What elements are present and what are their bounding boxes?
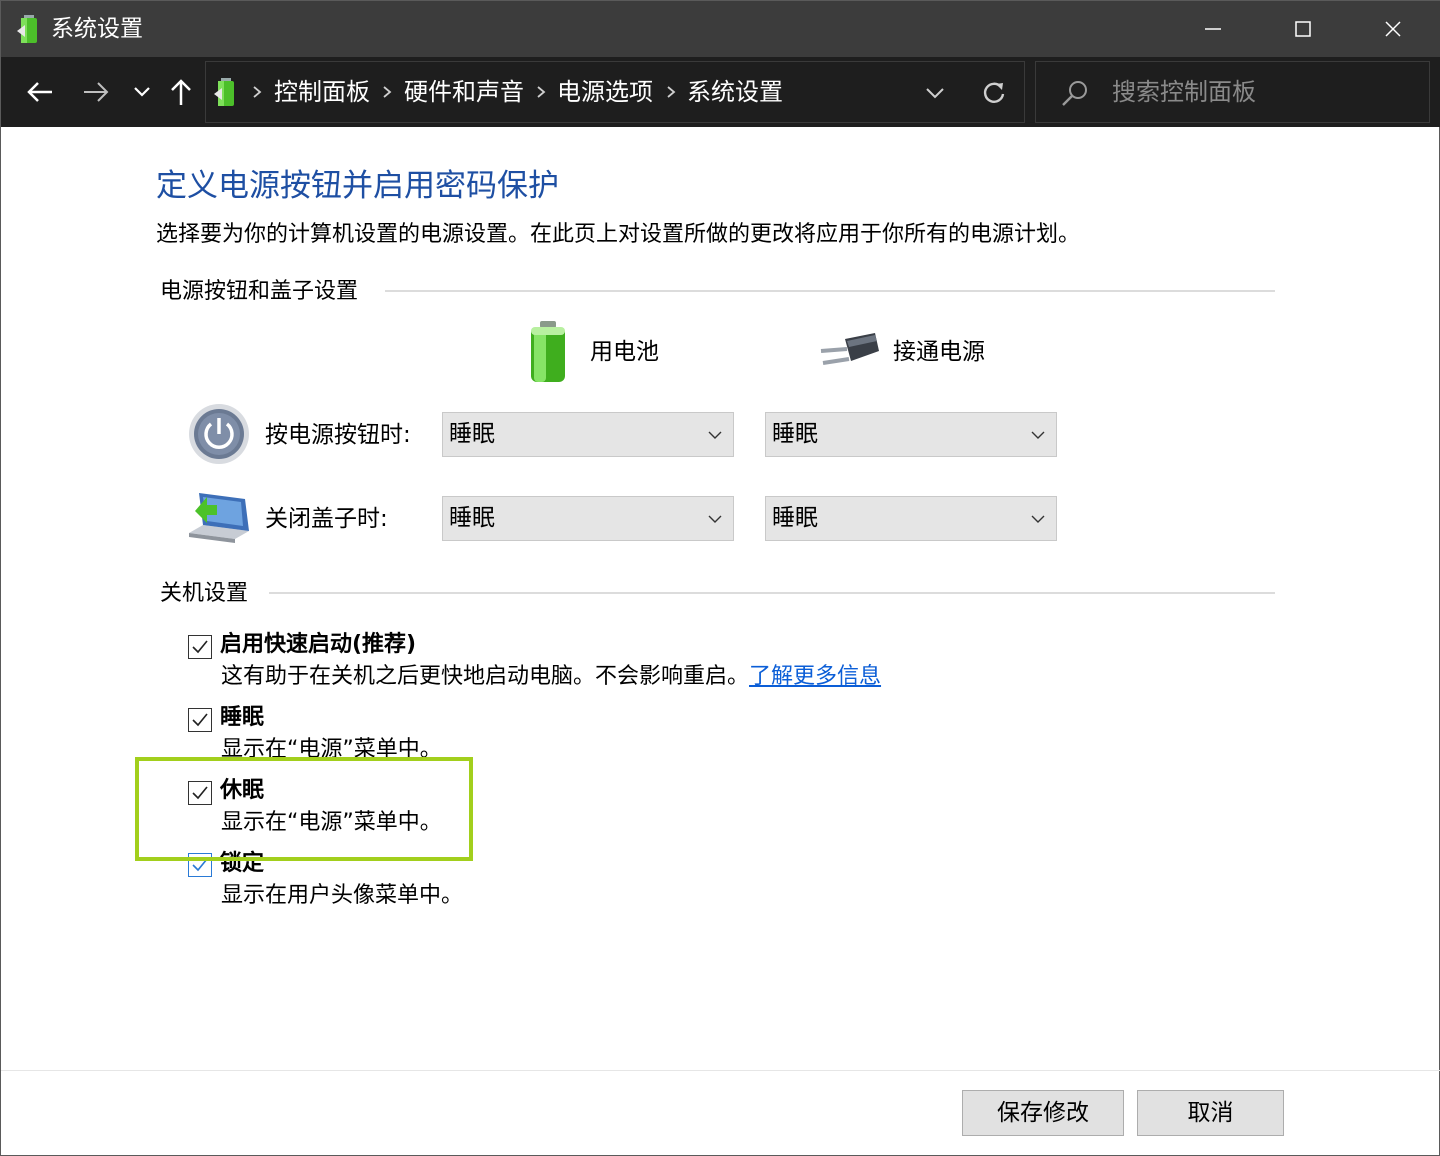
lid-close-plugged-select[interactable]: 睡眠	[765, 496, 1057, 541]
arrow-right-icon	[84, 82, 109, 102]
chevron-down-icon	[708, 431, 722, 439]
breadcrumb-hardware-sound[interactable]: 硬件和声音	[404, 76, 524, 108]
close-icon	[1385, 21, 1401, 37]
power-button-battery-select[interactable]: 睡眠	[442, 412, 734, 457]
system-settings-window: 系统设置 控制面板 硬件和声音 电源选项 系统设置 搜索控制面板 定义电源按钮并…	[0, 0, 1440, 1156]
minimize-icon	[1205, 28, 1221, 30]
title-bar: 系统设置	[1, 1, 1440, 57]
fast-startup-desc-text: 这有助于在关机之后更快地启动电脑。不会影响重启。	[221, 664, 750, 689]
forward-button[interactable]	[71, 57, 121, 127]
up-button[interactable]	[161, 57, 201, 127]
highlight-box	[135, 757, 473, 861]
refresh-button[interactable]	[976, 75, 1012, 111]
lid-close-battery-select[interactable]: 睡眠	[442, 496, 734, 541]
power-plug-icon	[820, 333, 879, 365]
close-button[interactable]	[1348, 1, 1438, 57]
search-input[interactable]	[1112, 74, 1412, 110]
fast-startup-checkbox[interactable]	[188, 635, 212, 659]
select-value: 睡眠	[449, 421, 495, 447]
breadcrumb-power-options[interactable]: 电源选项	[557, 76, 653, 108]
breadcrumb-control-panel[interactable]: 控制面板	[274, 76, 370, 108]
lid-close-row-label: 关闭盖子时:	[265, 506, 388, 532]
sleep-checkbox[interactable]	[188, 708, 212, 732]
select-value: 睡眠	[772, 421, 818, 447]
search-icon	[1062, 81, 1087, 106]
maximize-button[interactable]	[1258, 1, 1348, 57]
breadcrumb-separator-icon[interactable]	[380, 82, 394, 102]
battery-icon	[531, 321, 565, 382]
fast-startup-desc: 这有助于在关机之后更快地启动电脑。不会影响重启。了解更多信息	[221, 662, 881, 692]
arrow-up-icon	[171, 79, 191, 105]
chevron-down-icon	[1031, 515, 1045, 523]
search-box[interactable]	[1035, 61, 1430, 123]
save-changes-button[interactable]: 保存修改	[962, 1090, 1124, 1136]
column-battery-label: 用电池	[590, 339, 659, 365]
breadcrumb-separator-icon[interactable]	[664, 82, 678, 102]
learn-more-link[interactable]: 了解更多信息	[749, 664, 881, 689]
select-value: 睡眠	[449, 505, 495, 531]
page-title: 定义电源按钮并启用密码保护	[156, 168, 559, 204]
arrow-left-icon	[27, 82, 52, 102]
cancel-button[interactable]: 取消	[1137, 1090, 1284, 1136]
checkmark-icon	[192, 713, 208, 727]
navigation-bar: 控制面板 硬件和声音 电源选项 系统设置	[1, 57, 1440, 127]
group-divider	[269, 592, 1275, 594]
laptop-lid-icon	[189, 493, 249, 543]
select-value: 睡眠	[772, 505, 818, 531]
power-button-row-label: 按电源按钮时:	[265, 422, 411, 448]
recent-locations-button[interactable]	[125, 57, 159, 127]
maximize-icon	[1295, 21, 1311, 37]
minimize-button[interactable]	[1168, 1, 1258, 57]
chevron-down-icon	[134, 87, 150, 97]
battery-app-icon	[17, 15, 37, 43]
power-button-icon	[189, 404, 249, 464]
breadcrumb-separator-icon[interactable]	[534, 82, 548, 102]
power-group-label: 电源按钮和盖子设置	[160, 277, 359, 307]
footer-divider	[1, 1070, 1440, 1071]
page-description: 选择要为你的计算机设置的电源设置。在此页上对设置所做的更改将应用于你所有的电源计…	[156, 222, 1081, 247]
checkmark-icon	[192, 640, 208, 654]
chevron-down-icon	[1031, 431, 1045, 439]
breadcrumb-separator-icon[interactable]	[250, 82, 264, 102]
chevron-down-icon	[708, 515, 722, 523]
power-button-plugged-select[interactable]: 睡眠	[765, 412, 1057, 457]
address-dropdown-button[interactable]	[918, 76, 952, 110]
group-divider	[385, 290, 1275, 292]
shutdown-group-label: 关机设置	[160, 579, 249, 609]
breadcrumb-system-settings[interactable]: 系统设置	[687, 76, 783, 108]
refresh-icon	[983, 82, 1005, 103]
address-bar[interactable]: 控制面板 硬件和声音 电源选项 系统设置	[205, 61, 1025, 123]
battery-app-icon	[214, 78, 234, 106]
fast-startup-title: 启用快速启动(推荐)	[220, 632, 417, 657]
chevron-down-icon	[926, 88, 944, 99]
column-plugged-label: 接通电源	[893, 339, 985, 365]
back-button[interactable]	[15, 57, 65, 127]
sleep-title: 睡眠	[220, 705, 265, 730]
window-title: 系统设置	[51, 16, 143, 42]
lock-desc: 显示在用户头像菜单中。	[221, 883, 464, 908]
